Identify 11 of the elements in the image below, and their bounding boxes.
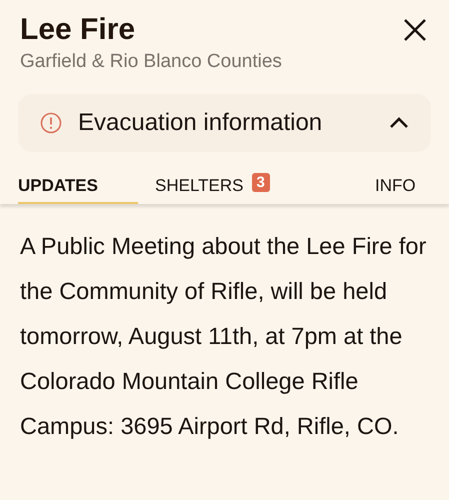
alert-icon xyxy=(40,112,62,134)
tab[interactable]: SHELTERS 3 xyxy=(155,172,340,204)
county-subtitle: Garfield & Rio Blanco Counties xyxy=(20,50,282,74)
tab[interactable]: INFO xyxy=(375,172,445,204)
evacuation-accordion[interactable]: Evacuation information xyxy=(18,94,431,152)
fire-title: Lee Fire xyxy=(20,12,136,48)
tab[interactable]: UPDATES xyxy=(18,172,138,204)
count-badge: 3 xyxy=(252,172,270,192)
accordion-label: Evacuation information xyxy=(78,109,324,137)
chevron-icon xyxy=(389,117,409,129)
update-text: A Public Meeting about the Lee Fire for the Community of Rifle, will be held tomorrow, August 11th, at 7pm at the Colorado Mountain College Rifle Campus: 3695 Airport Rd, Rifle, CO. xyxy=(19,232,428,441)
